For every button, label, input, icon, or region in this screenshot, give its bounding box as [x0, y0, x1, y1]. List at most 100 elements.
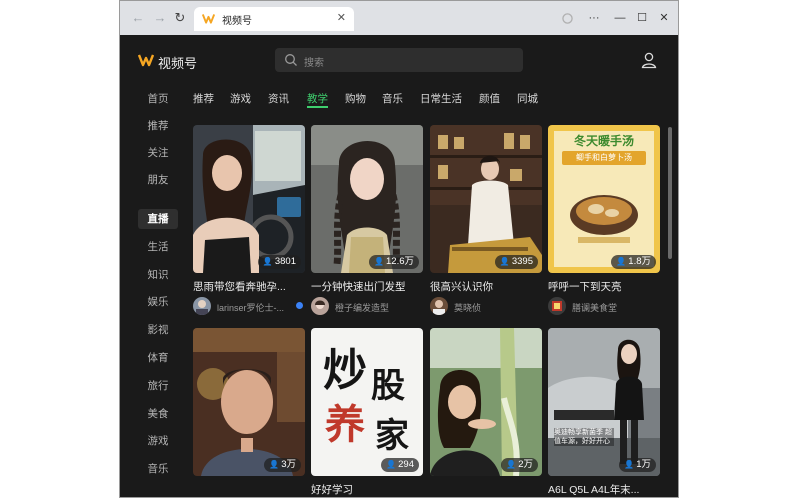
forward-icon[interactable]: → — [152, 10, 168, 26]
sidebar-item-following[interactable]: 关注 — [138, 143, 178, 163]
author-name[interactable]: 橙子编发造型 — [335, 301, 389, 314]
tab-teaching[interactable]: 教学 — [307, 91, 328, 106]
video-title[interactable]: 思雨带您看奔驰孕... — [193, 279, 305, 294]
video-thumbnail[interactable]: 冬天暖手汤 鲫手和白萝卜汤 👤 1.8万 — [548, 125, 660, 273]
sidebar-item-games[interactable]: 游戏 — [138, 431, 178, 451]
video-title[interactable]: A6L Q5L A4L年末... — [548, 482, 660, 497]
reload-icon[interactable]: ↻ — [172, 10, 188, 26]
sidebar-item-recommend[interactable]: 推荐 — [138, 116, 178, 136]
tab-local[interactable]: 同城 — [517, 91, 538, 106]
sidebar-item-sports[interactable]: 体育 — [138, 348, 178, 368]
author-row[interactable]: 橙子编发造型 — [311, 297, 423, 317]
calligraphy-char: 家 — [375, 416, 409, 456]
verified-icon — [296, 302, 303, 309]
tab-close-icon[interactable]: ✕ — [337, 11, 346, 24]
video-card[interactable]: 冬天暖手汤 鲫手和白萝卜汤 👤 1.8万 呼呼一下到天亮 膳谰美食堂 — [548, 125, 660, 319]
people-icon: 👤 — [386, 460, 397, 469]
browser-tab[interactable]: 视频号 ✕ — [194, 7, 354, 31]
sidebar-item-knowledge[interactable]: 知识 — [138, 265, 178, 285]
video-card[interactable]: 炒 股 养 家 👤 294 好好学习 — [311, 328, 423, 497]
brand-name[interactable]: 视频号 — [158, 53, 197, 72]
sidebar-item-food[interactable]: 美食 — [138, 404, 178, 424]
tab-daily-life[interactable]: 日常生活 — [420, 91, 462, 106]
avatar[interactable] — [430, 297, 448, 315]
scrollbar[interactable] — [668, 127, 672, 259]
video-thumbnail[interactable]: 👤 3801 — [193, 125, 305, 273]
view-count: 3801 — [274, 256, 296, 267]
app-header: 视频号 搜索 — [120, 35, 678, 85]
maximize-icon[interactable]: ☐ — [634, 10, 650, 26]
view-count-badge: 👤 12.6万 — [369, 255, 419, 269]
view-count-badge: 👤 3801 — [257, 255, 301, 269]
author-name[interactable]: larinser罗伦士-... — [217, 301, 284, 314]
view-count: 12.6万 — [386, 256, 414, 267]
search-input[interactable]: 搜索 — [275, 48, 523, 72]
thumbnail-image — [311, 125, 423, 273]
video-title[interactable]: 呼呼一下到天亮 — [548, 279, 660, 294]
sidebar-item-entertainment[interactable]: 娱乐 — [138, 292, 178, 312]
search-icon — [285, 54, 297, 66]
video-thumbnail[interactable]: 👤 12.6万 — [311, 125, 423, 273]
sidebar-item-live[interactable]: 直播 — [138, 209, 178, 229]
tab-recommend[interactable]: 推荐 — [193, 91, 214, 106]
video-thumbnail[interactable]: 👤 2万 — [430, 328, 542, 476]
people-icon: 👤 — [269, 460, 280, 469]
overlay-caption: 奥迪畅享新菌季 超值车源，好好开心 — [554, 428, 614, 446]
video-thumbnail[interactable]: 👤 3395 — [430, 125, 542, 273]
avatar[interactable] — [311, 297, 329, 315]
video-thumbnail[interactable]: 炒 股 养 家 👤 294 — [311, 328, 423, 476]
tab-looks[interactable]: 颜值 — [479, 91, 500, 106]
author-name[interactable]: 膳谰美食堂 — [572, 301, 617, 314]
sidebar-item-friends[interactable]: 朋友 — [138, 170, 178, 190]
view-count-badge: 👤 1万 — [619, 458, 656, 472]
tab-news[interactable]: 资讯 — [268, 91, 289, 106]
view-count-badge: 👤 2万 — [501, 458, 538, 472]
sidebar-item-music[interactable]: 音乐 — [138, 459, 178, 479]
avatar[interactable] — [193, 297, 211, 315]
close-icon[interactable]: ✕ — [656, 10, 672, 26]
video-thumbnail[interactable]: 👤 3万 — [193, 328, 305, 476]
tab-games[interactable]: 游戏 — [230, 91, 251, 106]
minimize-icon[interactable]: — — [612, 10, 628, 26]
sidebar-item-travel[interactable]: 旅行 — [138, 376, 178, 396]
browser-toolbar: ← → ↻ 视频号 ✕ ··· — ☐ ✕ — [120, 1, 678, 35]
logo-icon[interactable] — [138, 52, 154, 68]
author-row[interactable]: 莫晓侦 — [430, 297, 542, 317]
video-card[interactable]: 👤 3395 很高兴认识你 莫晓侦 — [430, 125, 542, 319]
view-count: 2万 — [518, 459, 533, 470]
sidebar-item-life[interactable]: 生活 — [138, 237, 178, 257]
video-card[interactable]: 奥迪畅享新菌季 超值车源，好好开心 👤 1万 A6L Q5L A4L年末... — [548, 328, 660, 497]
video-thumbnail[interactable]: 奥迪畅享新菌季 超值车源，好好开心 👤 1万 — [548, 328, 660, 476]
view-count: 3万 — [281, 459, 296, 470]
video-card[interactable]: 👤 3801 思雨带您看奔驰孕... larinser罗伦士-... — [193, 125, 305, 319]
more-icon[interactable]: ··· — [586, 10, 602, 26]
video-title[interactable]: 好好学习 — [311, 482, 423, 497]
video-card[interactable]: 👤 3万 — [193, 328, 305, 497]
tab-shopping[interactable]: 购物 — [345, 91, 366, 106]
video-card[interactable]: 👤 12.6万 一分钟快速出门发型 橙子编发造型 — [311, 125, 423, 319]
browser-window: ← → ↻ 视频号 ✕ ··· — ☐ ✕ 视频号 搜索 首页 推荐 关注 朋友… — [119, 0, 679, 498]
video-card[interactable]: 👤 2万 — [430, 328, 542, 497]
thumbnail-image — [193, 328, 305, 476]
tab-logo-icon — [202, 14, 215, 24]
author-row[interactable]: larinser罗伦士-... — [193, 297, 305, 317]
sidebar-item-home[interactable]: 首页 — [138, 89, 178, 109]
avatar[interactable] — [548, 297, 566, 315]
view-count: 1万 — [636, 459, 651, 470]
author-name[interactable]: 莫晓侦 — [454, 301, 481, 314]
sidebar-item-movies[interactable]: 影视 — [138, 320, 178, 340]
people-icon: 👤 — [506, 460, 517, 469]
author-row[interactable]: 膳谰美食堂 — [548, 297, 660, 317]
calligraphy-char: 股 — [371, 366, 405, 406]
video-title[interactable]: 一分钟快速出门发型 — [311, 279, 423, 294]
user-icon[interactable] — [640, 51, 658, 69]
video-title[interactable]: 很高兴认识你 — [430, 279, 542, 294]
extension-icon[interactable] — [562, 13, 573, 24]
people-icon: 👤 — [616, 257, 627, 266]
back-icon[interactable]: ← — [130, 10, 146, 26]
thumbnail-image — [548, 328, 660, 476]
calligraphy-char: 养 — [325, 401, 365, 448]
thumbnail-image — [430, 125, 542, 273]
people-icon: 👤 — [374, 257, 384, 266]
tab-music[interactable]: 音乐 — [382, 91, 403, 106]
